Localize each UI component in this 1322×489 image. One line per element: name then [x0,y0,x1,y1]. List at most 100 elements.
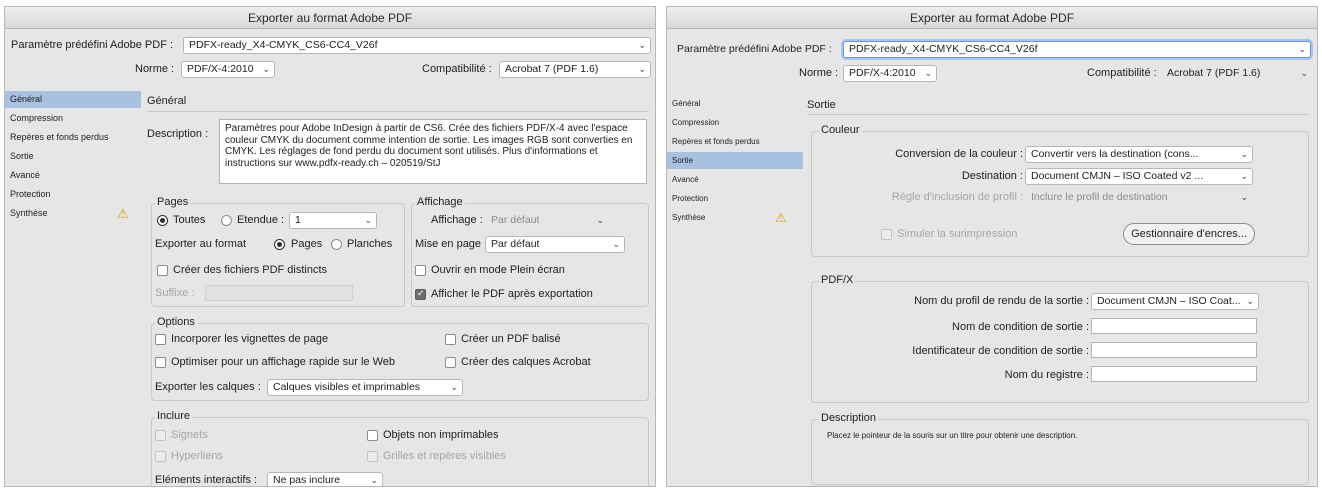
hyperliens-checkbox[interactable] [155,451,166,462]
afficher-pdf-label: Afficher le PDF après exportation [431,288,593,300]
afficher-pdf-checkbox[interactable] [415,288,426,300]
chevron-down-icon: ⌄ [1240,171,1248,181]
simuler-checkbox[interactable] [881,229,892,240]
calques-acrobat-label: Créer des calques Acrobat [461,356,591,368]
exporter-format-label: Exporter au format [155,238,247,250]
destination-label: Destination : [961,170,1023,182]
chevron-down-icon: ⌄ [1240,149,1248,159]
sidebar-item-compression[interactable]: Compression [5,110,141,127]
preset-select[interactable]: PDFX-ready_X4-CMYK_CS6-CC4_V26f ⌄ [183,37,651,54]
chevron-down-icon: ⌄ [364,215,372,225]
suffixe-field[interactable] [205,285,353,301]
description-title: Description [819,412,879,424]
affichage-title: Affichage [415,196,465,208]
description-box[interactable]: Paramètres pour Adobe InDesign à partir … [219,119,647,184]
destination-select[interactable]: Document CMJN – ISO Coated v2 ... ⌄ [1025,168,1253,185]
elements-value: Ne pas inclure [273,474,341,486]
objets-checkbox[interactable] [367,430,378,441]
chevron-down-icon: ⌄ [924,68,932,78]
elements-select[interactable]: Ne pas inclure ⌄ [267,472,383,486]
etendue-value: 1 [295,214,301,226]
preset-label: Paramètre prédéfini Adobe PDF : [677,43,832,55]
sidebar-item-sortie[interactable]: Sortie [667,152,803,169]
affichage-value: Par défaut [491,214,540,226]
norme-select[interactable]: PDF/X-4:2010 ⌄ [181,61,275,78]
planches-radio[interactable] [331,239,342,250]
grilles-checkbox[interactable] [367,451,378,462]
compat-select[interactable]: Acrobat 7 (PDF 1.6) ⌄ [499,61,651,78]
sidebar-item-compression[interactable]: Compression [667,114,803,131]
preset-select[interactable]: PDFX-ready_X4-CMYK_CS6-CC4_V26f ⌄ [843,41,1311,58]
grilles-label: Grilles et repères visibles [383,450,506,462]
sidebar-item-protection[interactable]: Protection [667,190,803,207]
mise-en-page-select[interactable]: Par défaut ⌄ [485,236,625,253]
chevron-down-icon: ⌄ [1300,68,1308,78]
mise-en-page-label: Mise en page : [415,238,488,250]
creer-distincts-checkbox[interactable] [157,265,168,276]
affichage-select[interactable]: Par défaut ⌄ [485,212,609,229]
vignettes-checkbox[interactable] [155,334,166,345]
balise-checkbox[interactable] [445,334,456,345]
sidebar-item-general[interactable]: Général [5,91,141,108]
sidebar-item-protection[interactable]: Protection [5,186,141,203]
chevron-down-icon: ⌄ [1298,44,1306,54]
optimiser-checkbox[interactable] [155,357,166,368]
dialog-title: Exporter au format Adobe PDF [5,7,655,29]
chevron-down-icon: ⌄ [262,64,270,74]
objets-label: Objets non imprimables [383,429,499,441]
options-title: Options [155,316,197,328]
regle-value: Inclure le profil de destination [1031,191,1168,203]
balise-label: Créer un PDF balisé [461,333,561,345]
condition-label: Nom de condition de sortie : [952,321,1089,333]
pages-label: Pages [291,238,323,250]
identificateur-label: Identificateur de condition de sortie : [912,345,1089,357]
plein-ecran-checkbox[interactable] [415,265,426,276]
exporter-calques-label: Exporter les calques : [155,381,261,393]
affichage-label: Affichage : [431,214,483,226]
compat-value: Acrobat 7 (PDF 1.6) [1167,67,1261,79]
exporter-calques-select[interactable]: Calques visibles et imprimables ⌄ [267,379,463,396]
condition-field[interactable] [1091,318,1257,334]
regle-label: Règle d'inclusion de profil : [891,191,1023,203]
sidebar-item-sortie[interactable]: Sortie [5,148,141,165]
destination-value: Document CMJN – ISO Coated v2 ... [1031,170,1204,182]
sidebar-item-reperes[interactable]: Repères et fonds perdus [5,129,141,146]
dialog-title: Exporter au format Adobe PDF [667,7,1317,29]
compat-select[interactable]: Acrobat 7 (PDF 1.6) ⌄ [1161,65,1313,82]
conversion-select[interactable]: Convertir vers la destination (cons... ⌄ [1025,146,1253,163]
signets-checkbox[interactable] [155,430,166,441]
warning-icon: ⚠ [775,210,787,225]
sidebar-item-general[interactable]: Général [667,95,803,112]
sidebar-item-reperes[interactable]: Repères et fonds perdus [667,133,803,150]
etendue-radio[interactable] [221,215,232,226]
planches-label: Planches [347,238,393,250]
sidebar-item-avance[interactable]: Avancé [667,171,803,188]
preset-value: PDFX-ready_X4-CMYK_CS6-CC4_V26f [189,39,378,51]
chevron-down-icon: ⌄ [1246,296,1254,306]
profil-select[interactable]: Document CMJN – ISO Coat... ⌄ [1091,293,1259,310]
toutes-radio[interactable] [157,215,168,226]
profil-value: Document CMJN – ISO Coat... [1097,295,1241,307]
elements-label: Eléments interactifs : [155,474,258,486]
compat-label: Compatibilité : [1087,67,1157,79]
pages-radio[interactable] [274,239,285,250]
chevron-down-icon: ⌄ [638,64,646,74]
chevron-down-icon: ⌄ [612,239,620,249]
registre-label: Nom du registre : [1004,369,1089,381]
identificateur-field[interactable] [1091,342,1257,358]
calques-acrobat-checkbox[interactable] [445,357,456,368]
gestionnaire-encres-button[interactable]: Gestionnaire d'encres... [1123,223,1255,245]
chevron-down-icon: ⌄ [596,215,604,225]
regle-select[interactable]: Inclure le profil de destination ⌄ [1025,189,1253,206]
sidebar-item-avance[interactable]: Avancé [5,167,141,184]
norme-select[interactable]: PDF/X-4:2010 ⌄ [843,65,937,82]
etendue-select[interactable]: 1 ⌄ [289,212,377,229]
hyperliens-label: Hyperliens [171,450,223,462]
compat-value: Acrobat 7 (PDF 1.6) [505,63,599,75]
chevron-down-icon: ⌄ [638,40,646,50]
simuler-label: Simuler la surimpression [897,228,1018,240]
creer-distincts-label: Créer des fichiers PDF distincts [173,264,328,276]
etendue-label: Etendue : [237,214,285,226]
vignettes-label: Incorporer les vignettes de page [171,333,329,345]
registre-field[interactable] [1091,366,1257,382]
